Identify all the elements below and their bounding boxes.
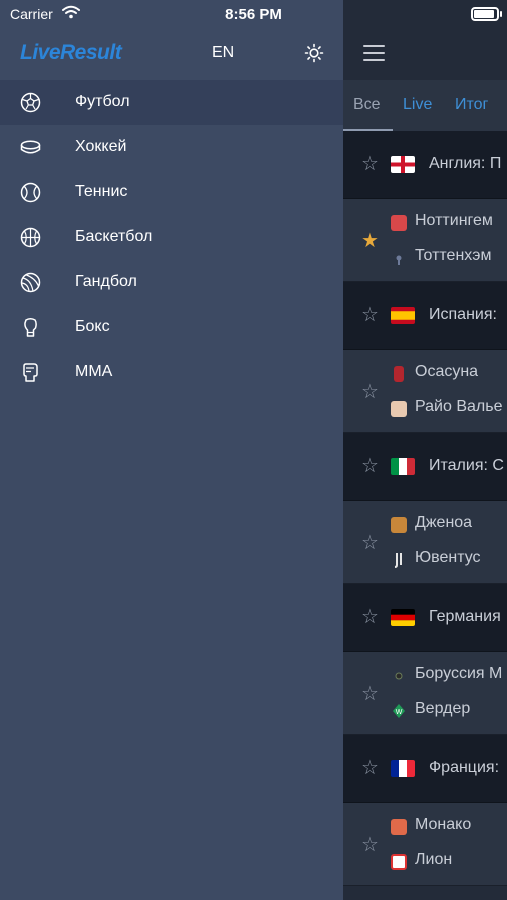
app-logo: LiveResult <box>20 41 122 64</box>
away-team: Вердер <box>415 700 471 717</box>
league-header[interactable]: ☆ Франция: <box>343 735 507 803</box>
sidebar-item-label: Теннис <box>75 183 128 200</box>
tab-final[interactable]: Итог <box>455 96 488 114</box>
soccer-ball-icon <box>20 92 41 113</box>
team-logo-icon <box>391 668 407 684</box>
boxing-glove-icon <box>20 317 41 338</box>
match-row[interactable]: ☆ Дженоа Ювентус <box>343 501 507 584</box>
sidebar-item-tennis[interactable]: Теннис <box>0 170 343 215</box>
league-name: Германия <box>429 608 501 625</box>
sport-list: Футбол Хоккей Теннис Баскетбол Гандбол Б… <box>0 80 343 395</box>
tab-live[interactable]: Live <box>403 96 432 114</box>
home-team: Ноттингем <box>415 212 493 229</box>
filter-tabs: Все Live Итог <box>343 80 507 131</box>
clock: 8:56 PM <box>225 6 282 23</box>
hockey-puck-icon <box>20 137 41 158</box>
star-icon[interactable]: ☆ <box>361 305 381 325</box>
match-row[interactable]: ☆ Монако Лион <box>343 803 507 886</box>
away-team: Тоттенхэм <box>415 247 492 264</box>
match-row[interactable]: ☆ Осасуна Райо Валье <box>343 350 507 433</box>
language-switch[interactable]: EN <box>212 44 234 62</box>
status-bar: Carrier 8:56 PM <box>0 0 507 28</box>
team-logo-icon <box>394 366 404 382</box>
sun-icon[interactable] <box>304 43 324 63</box>
league-header[interactable]: ☆ Германия <box>343 584 507 652</box>
star-icon[interactable]: ☆ <box>361 835 381 855</box>
away-team: Ювентус <box>415 549 481 566</box>
star-filled-icon[interactable]: ★ <box>361 231 381 251</box>
star-icon[interactable]: ☆ <box>361 154 381 174</box>
basketball-icon <box>20 227 41 248</box>
home-team: Боруссия М <box>415 665 503 682</box>
italy-flag-icon <box>391 458 415 475</box>
tab-all[interactable]: Все <box>353 96 381 114</box>
sidebar-item-football[interactable]: Футбол <box>0 80 343 125</box>
battery-icon <box>471 7 499 21</box>
away-team: Райо Валье <box>415 398 503 415</box>
league-header[interactable]: ☆ Италия: С <box>343 433 507 501</box>
sidebar-item-label: Футбол <box>75 93 130 110</box>
star-icon[interactable]: ☆ <box>361 533 381 553</box>
team-logo-icon <box>391 552 407 568</box>
sidebar-item-mma[interactable]: MMA <box>0 350 343 395</box>
star-icon[interactable]: ☆ <box>361 382 381 402</box>
sports-drawer: LiveResult EN Футбол Хоккей Теннис Баске… <box>0 0 343 900</box>
sidebar-item-label: Бокс <box>75 318 110 335</box>
germany-flag-icon <box>391 609 415 626</box>
sidebar-item-label: Хоккей <box>75 138 127 155</box>
handball-icon <box>20 272 41 293</box>
league-name: Италия: С <box>429 457 504 474</box>
team-logo-icon <box>391 401 407 417</box>
home-team: Осасуна <box>415 363 479 380</box>
match-row[interactable]: ★ Ноттингем Тоттенхэм <box>343 199 507 282</box>
league-name: Франция: <box>429 759 500 776</box>
sidebar-item-label: MMA <box>75 363 113 380</box>
match-row[interactable]: ☆ Боруссия М W Вердер <box>343 652 507 735</box>
team-logo-icon <box>391 517 407 533</box>
sidebar-item-label: Баскетбол <box>75 228 153 245</box>
team-logo-icon <box>391 819 407 835</box>
team-logo-icon <box>391 250 407 266</box>
league-header[interactable]: ☆ Англия: П <box>343 131 507 199</box>
star-icon[interactable]: ☆ <box>361 758 381 778</box>
sidebar-item-boxing[interactable]: Бокс <box>0 305 343 350</box>
home-team: Монако <box>415 816 472 833</box>
star-icon[interactable]: ☆ <box>361 456 381 476</box>
team-logo-icon: W <box>391 703 407 719</box>
star-icon[interactable]: ☆ <box>361 684 381 704</box>
league-name: Англия: П <box>429 155 502 172</box>
league-header[interactable]: ☆ Испания: <box>343 282 507 350</box>
france-flag-icon <box>391 760 415 777</box>
spain-flag-icon <box>391 307 415 324</box>
drawer-header: LiveResult EN <box>0 28 343 80</box>
sidebar-item-label: Гандбол <box>75 273 137 290</box>
tennis-ball-icon <box>20 182 41 203</box>
sidebar-item-handball[interactable]: Гандбол <box>0 260 343 305</box>
sidebar-item-hockey[interactable]: Хоккей <box>0 125 343 170</box>
menu-icon[interactable] <box>363 44 387 62</box>
england-flag-icon <box>391 156 415 173</box>
star-icon[interactable]: ☆ <box>361 607 381 627</box>
team-logo-icon <box>391 854 407 870</box>
battery-tip <box>500 11 502 17</box>
league-name: Испания: <box>429 306 497 323</box>
away-team: Лион <box>415 851 453 868</box>
team-logo-icon <box>391 215 407 231</box>
match-list: ☆ Англия: П ★ Ноттингем Тоттенхэм ☆ Испа… <box>343 131 507 886</box>
mma-glove-icon <box>20 362 41 383</box>
home-team: Дженоа <box>415 514 473 531</box>
main-panel: Все Live Итог ☆ Англия: П ★ Ноттингем То… <box>343 0 507 900</box>
svg-text:W: W <box>396 709 403 716</box>
sidebar-item-basketball[interactable]: Баскетбол <box>0 215 343 260</box>
